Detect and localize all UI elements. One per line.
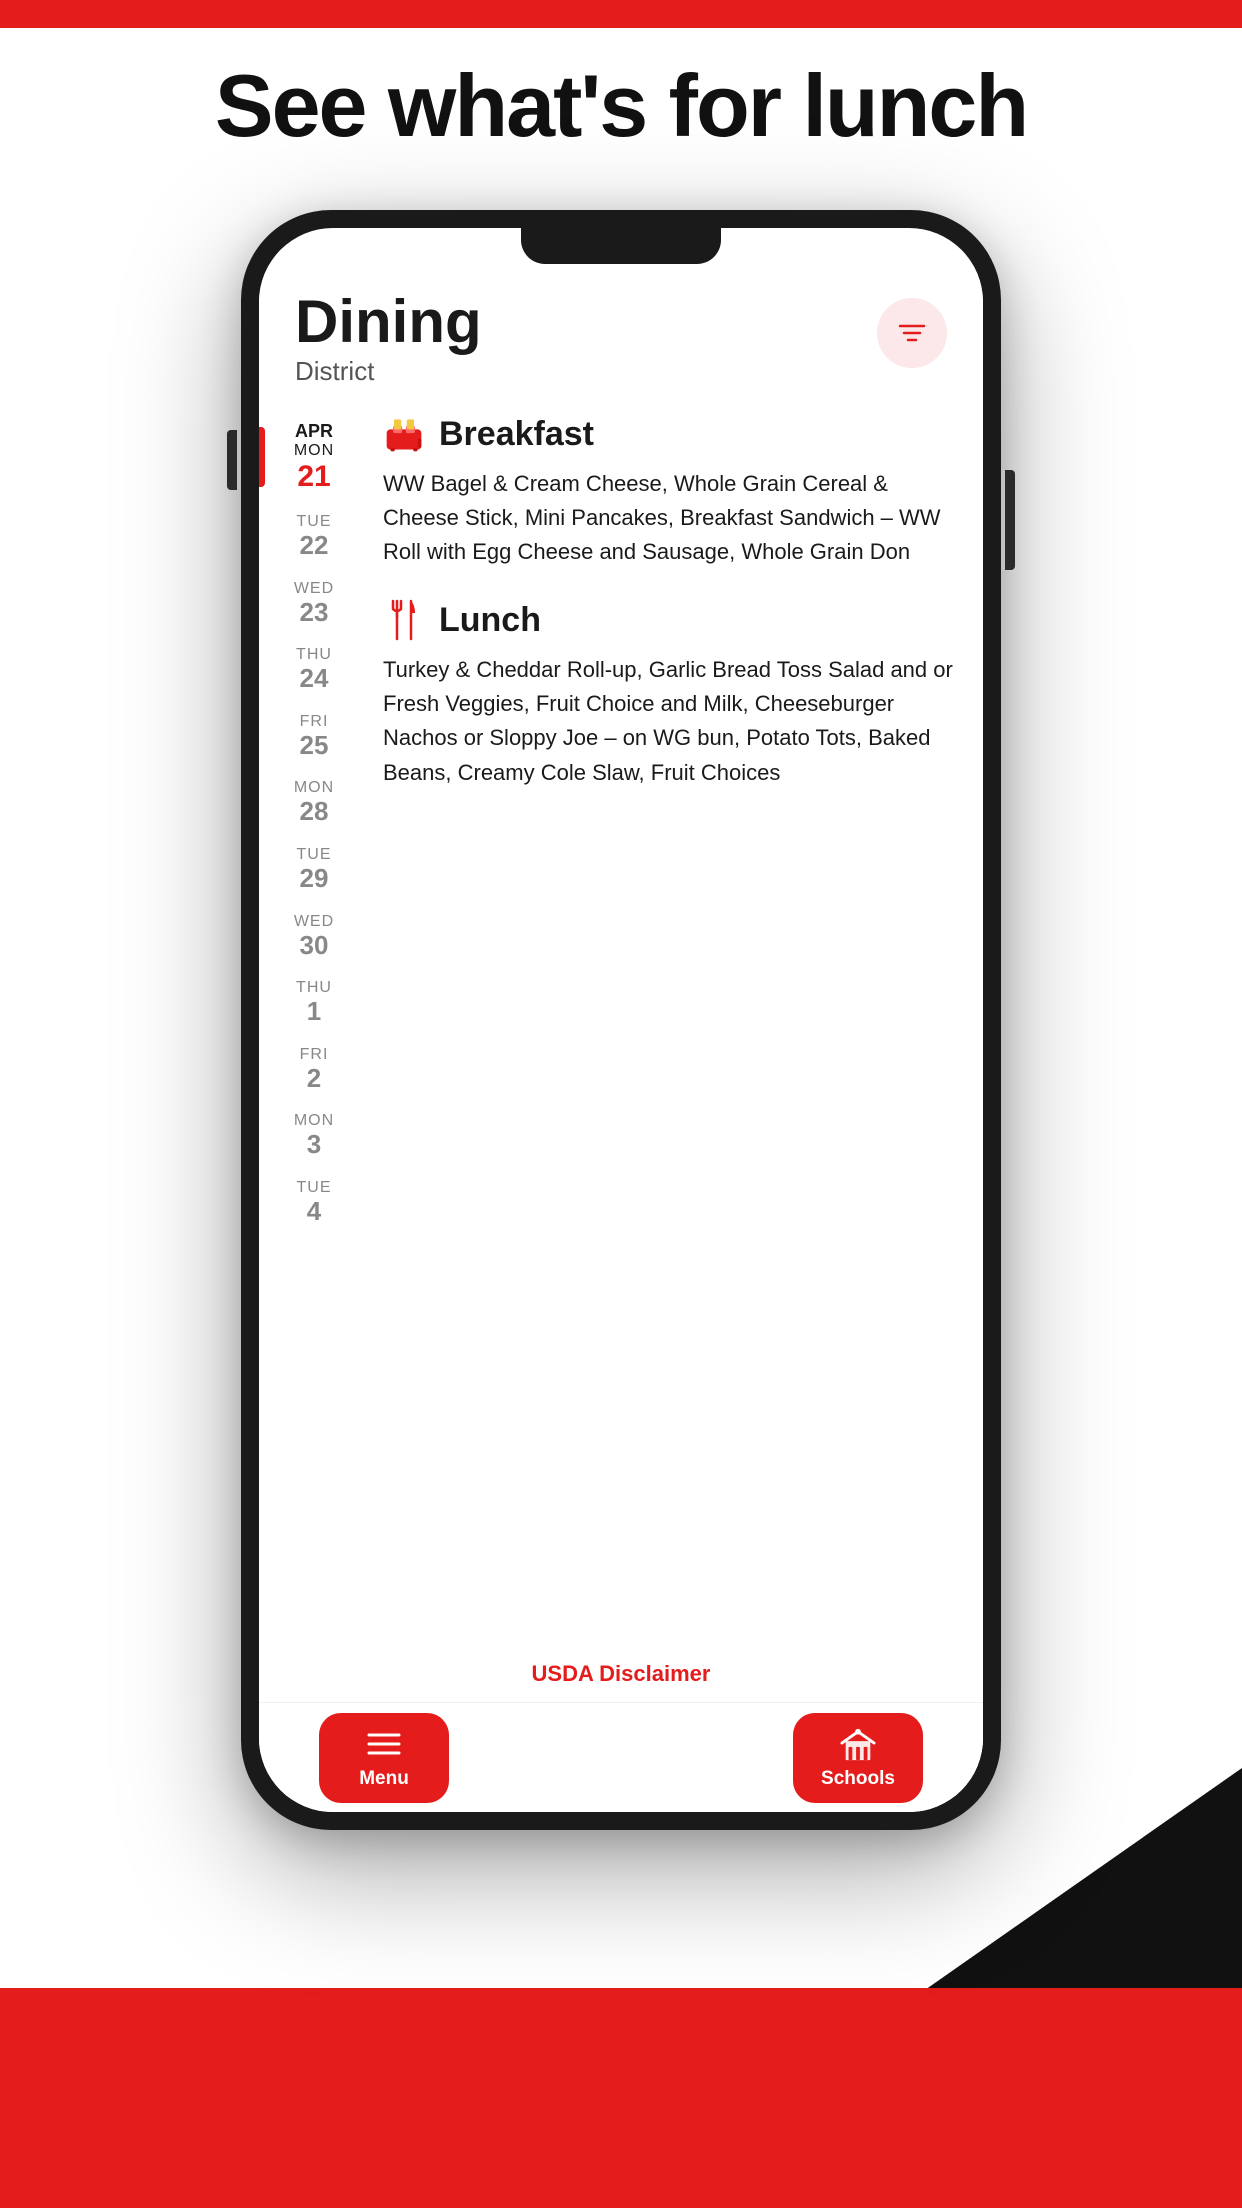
lunch-title: Lunch (439, 601, 541, 640)
date-sidebar: Apr MON 21 TUE 22 WED 23 THU 24 (259, 403, 369, 1702)
date-num-28: 28 (300, 797, 329, 826)
schools-nav-icon (840, 1726, 876, 1762)
phone-notch (521, 228, 721, 264)
date-item-tue-4[interactable]: TUE 4 (259, 1169, 369, 1236)
breakfast-section: Breakfast WW Bagel & Cream Cheese, Whole… (383, 413, 955, 569)
date-num-3: 3 (307, 1130, 321, 1159)
date-day-abbr-thu1: THU (296, 979, 332, 997)
date-num-24: 24 (300, 664, 329, 693)
date-day-abbr-tue29: TUE (297, 846, 332, 864)
breakfast-header: Breakfast (383, 413, 955, 455)
date-item-mon-28[interactable]: MON 28 (259, 769, 369, 836)
lunch-description: Turkey & Cheddar Roll-up, Garlic Bread T… (383, 653, 955, 789)
date-item-fri-2[interactable]: FRI 2 (259, 1036, 369, 1103)
screen-content: Dining District (259, 264, 983, 1812)
date-item-apr-mon-21[interactable]: Apr MON 21 (259, 411, 369, 503)
date-item-wed-23[interactable]: WED 23 (259, 570, 369, 637)
active-indicator (259, 427, 265, 487)
menu-nav-button[interactable]: Menu (319, 1713, 449, 1803)
top-status-bar (0, 0, 1242, 28)
schools-nav-label: Schools (821, 1768, 895, 1790)
date-num-23: 23 (300, 598, 329, 627)
date-item-thu-1[interactable]: THU 1 (259, 969, 369, 1036)
date-day-abbr-thu24: THU (296, 646, 332, 664)
date-item-wed-30[interactable]: WED 30 (259, 903, 369, 970)
date-item-mon-3[interactable]: MON 3 (259, 1102, 369, 1169)
date-day-abbr-fri25: FRI (300, 713, 329, 731)
app-title: Dining (295, 292, 482, 352)
menu-nav-label: Menu (359, 1768, 409, 1790)
date-item-thu-24[interactable]: THU 24 (259, 636, 369, 703)
date-item-tue-22[interactable]: TUE 22 (259, 503, 369, 570)
toaster-icon (383, 413, 425, 455)
date-num-22: 22 (300, 531, 329, 560)
breakfast-description: WW Bagel & Cream Cheese, Whole Grain Cer… (383, 467, 955, 569)
breakfast-title: Breakfast (439, 415, 594, 454)
date-num-29: 29 (300, 864, 329, 893)
menu-nav-icon (366, 1726, 402, 1762)
app-header: Dining District (259, 264, 983, 403)
date-day-abbr-wed30: WED (294, 913, 334, 931)
date-num-2: 2 (307, 1064, 321, 1093)
lunch-section: Lunch Turkey & Cheddar Roll-up, Garlic B… (383, 599, 955, 789)
date-num-4: 4 (307, 1197, 321, 1226)
decorative-red-bar (0, 1988, 1242, 2208)
date-day-abbr-mon21: MON (294, 442, 334, 460)
date-num-21: 21 (297, 460, 330, 493)
schools-nav-button[interactable]: Schools (793, 1713, 923, 1803)
date-day-abbr-mon28: MON (294, 779, 334, 797)
date-month-apr: Apr (295, 421, 333, 442)
date-num-30: 30 (300, 931, 329, 960)
main-body: Apr MON 21 TUE 22 WED 23 THU 24 (259, 403, 983, 1702)
date-num-25: 25 (300, 731, 329, 760)
date-day-abbr-tue22: TUE (297, 513, 332, 531)
date-day-abbr-fri2: FRI (300, 1046, 329, 1064)
phone-screen: Dining District (259, 228, 983, 1812)
phone-frame: Dining District (241, 210, 1001, 1830)
date-day-abbr-tue4: TUE (297, 1179, 332, 1197)
page-headline: See what's for lunch (0, 55, 1242, 157)
date-item-tue-29[interactable]: TUE 29 (259, 836, 369, 903)
date-day-abbr-mon3: MON (294, 1112, 334, 1130)
fork-knife-icon (383, 599, 425, 641)
bottom-bar: USDA Disclaimer Menu (259, 1702, 983, 1812)
header-title-group: Dining District (295, 292, 482, 387)
lunch-header: Lunch (383, 599, 955, 641)
menu-content: Breakfast WW Bagel & Cream Cheese, Whole… (369, 403, 983, 1702)
app-subtitle: District (295, 356, 482, 387)
date-day-abbr-wed23: WED (294, 580, 334, 598)
filter-icon (896, 317, 928, 349)
filter-button[interactable] (877, 298, 947, 368)
date-item-fri-25[interactable]: FRI 25 (259, 703, 369, 770)
date-num-1: 1 (307, 997, 321, 1026)
usda-disclaimer[interactable]: USDA Disclaimer (532, 1661, 711, 1687)
